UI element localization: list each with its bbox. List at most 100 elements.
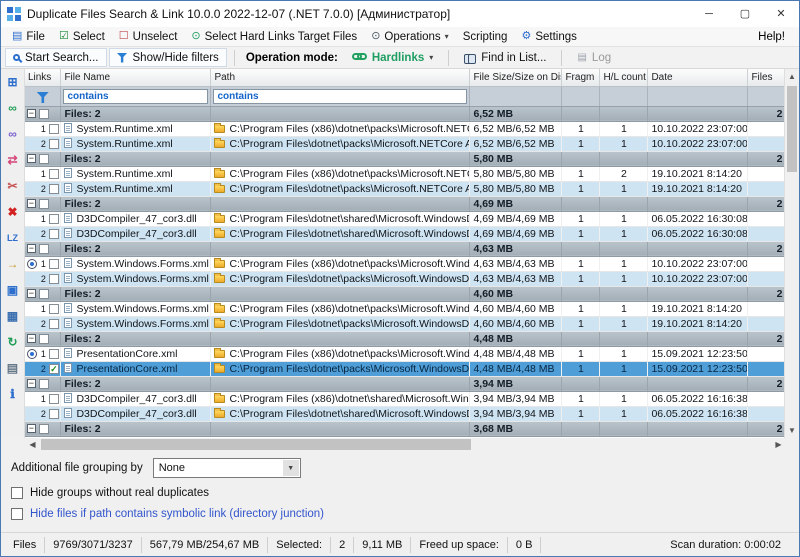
file-select-checkbox[interactable] <box>49 184 59 194</box>
lz-compress-button[interactable]: LZ <box>2 229 22 246</box>
minimize-button[interactable]: ─ <box>691 1 727 27</box>
menu-item-select-hardlinks-targets[interactable]: ⊙Select Hard Links Target Files <box>184 29 364 45</box>
filename-filter-input[interactable]: contains <box>61 86 211 106</box>
grouping-select[interactable]: None ▼ <box>153 458 301 478</box>
close-button[interactable]: ✕ <box>763 1 799 27</box>
find-in-list-button[interactable]: Find in List... <box>456 48 554 67</box>
file-row[interactable]: 2System.Windows.Forms.xmlC:\Program File… <box>25 271 784 286</box>
file-select-checkbox[interactable] <box>49 214 59 224</box>
file-row[interactable]: 1D3DCompiler_47_cor3.dllC:\Program Files… <box>25 211 784 226</box>
file-row[interactable]: 2System.Runtime.xmlC:\Program Files\dotn… <box>25 181 784 196</box>
scroll-left-arrow[interactable]: ◀ <box>25 438 40 451</box>
links-filter-cell[interactable] <box>25 86 61 106</box>
collapse-group-toggle[interactable]: − <box>27 199 36 208</box>
file-select-checkbox[interactable] <box>49 229 59 239</box>
column-header-date[interactable]: Date <box>648 69 748 86</box>
file-select-checkbox[interactable] <box>49 169 59 179</box>
file-row[interactable]: 1System.Runtime.xmlC:\Program Files (x86… <box>25 121 784 136</box>
column-header-links[interactable]: Links <box>25 69 61 86</box>
maximize-button[interactable]: ▢ <box>727 1 763 27</box>
size-filter-cell[interactable] <box>470 86 562 106</box>
collapse-group-toggle[interactable]: − <box>27 244 36 253</box>
group-select-checkbox[interactable] <box>39 199 49 209</box>
info-button[interactable]: ℹ <box>2 385 22 402</box>
collapse-group-toggle[interactable]: − <box>27 379 36 388</box>
file-select-checkbox[interactable] <box>49 274 59 284</box>
columns-select-button[interactable]: ⊞ <box>2 73 22 90</box>
menu-item-select[interactable]: ☑Select <box>52 29 112 45</box>
date-filter-cell[interactable] <box>648 86 748 106</box>
group-header-row[interactable]: −Files: 25,80 MB2 <box>25 151 784 166</box>
collapse-group-toggle[interactable]: − <box>27 109 36 118</box>
grouping-select-arrow-icon[interactable]: ▼ <box>283 460 299 476</box>
vertical-scrollbar[interactable]: ▲ ▼ <box>784 69 799 438</box>
group-select-checkbox[interactable] <box>39 289 49 299</box>
report-button[interactable]: ▤ <box>2 359 22 376</box>
log-button[interactable]: ▤ Log <box>569 48 619 67</box>
column-header-path[interactable]: Path <box>211 69 470 86</box>
file-select-checkbox[interactable] <box>49 304 59 314</box>
menu-item-file[interactable]: ▤File <box>5 29 52 45</box>
menu-help[interactable]: Help! <box>748 31 795 43</box>
cut-button[interactable]: ✂ <box>2 177 22 194</box>
file-row[interactable]: 1D3DCompiler_47_cor3.dllC:\Program Files… <box>25 391 784 406</box>
menu-item-unselect[interactable]: ☐Unselect <box>112 29 185 45</box>
hide-symlink-checkbox[interactable] <box>11 508 23 520</box>
group-select-checkbox[interactable] <box>39 424 49 434</box>
operation-mode-dropdown[interactable]: Hardlinks ▾ <box>344 48 441 67</box>
collapse-group-toggle[interactable]: − <box>27 424 36 433</box>
file-row[interactable]: 1System.Windows.Forms.xmlC:\Program File… <box>25 256 784 271</box>
group-header-row[interactable]: −Files: 23,94 MB2 <box>25 376 784 391</box>
group-select-checkbox[interactable] <box>39 109 49 119</box>
horizontal-scroll-thumb[interactable] <box>41 439 471 450</box>
menu-item-settings[interactable]: ⚙Settings <box>514 29 583 45</box>
file-select-checkbox[interactable] <box>49 319 59 329</box>
file-select-checkbox[interactable] <box>49 124 59 134</box>
file-select-checkbox[interactable] <box>49 349 59 359</box>
file-row[interactable]: 1System.Windows.Forms.xmlC:\Program File… <box>25 301 784 316</box>
group-select-checkbox[interactable] <box>39 154 49 164</box>
file-select-checkbox[interactable] <box>49 409 59 419</box>
hide-groups-checkbox[interactable] <box>11 487 23 499</box>
create-hardlinks-button[interactable]: ∞ <box>2 99 22 116</box>
group-select-checkbox[interactable] <box>39 379 49 389</box>
fragm-filter-cell[interactable] <box>562 86 600 106</box>
hl-count-filter-cell[interactable] <box>600 86 648 106</box>
menu-item-scripting[interactable]: Scripting <box>456 29 515 45</box>
refresh-button[interactable]: ↻ <box>2 333 22 350</box>
group-select-checkbox[interactable] <box>39 244 49 254</box>
collapse-group-toggle[interactable]: − <box>27 334 36 343</box>
file-row[interactable]: 2System.Windows.Forms.xmlC:\Program File… <box>25 316 784 331</box>
group-header-row[interactable]: −Files: 26,52 MB2 <box>25 106 784 121</box>
group-header-row[interactable]: −Files: 24,48 MB2 <box>25 331 784 346</box>
move-files-button[interactable]: → <box>2 255 22 272</box>
file-row[interactable]: 1System.Runtime.xmlC:\Program Files (x86… <box>25 166 784 181</box>
replace-with-links-button[interactable]: ⇄ <box>2 151 22 168</box>
scroll-up-arrow[interactable]: ▲ <box>785 69 799 84</box>
file-row[interactable]: 2System.Runtime.xmlC:\Program Files\dotn… <box>25 136 784 151</box>
show-hide-filters-button[interactable]: Show/Hide filters <box>109 48 227 67</box>
copy-files-button[interactable]: ▣ <box>2 281 22 298</box>
group-header-row[interactable]: −Files: 24,69 MB2 <box>25 196 784 211</box>
collapse-group-toggle[interactable]: − <box>27 289 36 298</box>
file-row[interactable]: 2D3DCompiler_47_cor3.dllC:\Program Files… <box>25 406 784 421</box>
horizontal-scrollbar[interactable]: ◀ ▶ <box>25 438 786 451</box>
file-select-checkbox[interactable]: ✓ <box>49 364 59 374</box>
path-filter-input[interactable]: contains <box>211 86 470 106</box>
group-select-checkbox[interactable] <box>39 334 49 344</box>
scroll-right-arrow[interactable]: ▶ <box>771 438 786 451</box>
file-select-checkbox[interactable] <box>49 394 59 404</box>
file-row[interactable]: 1PresentationCore.xmlC:\Program Files (x… <box>25 346 784 361</box>
files-filter-cell[interactable] <box>748 86 784 106</box>
column-header-file-name[interactable]: File Name <box>61 69 211 86</box>
column-header-files[interactable]: Files <box>748 69 784 86</box>
menu-item-operations[interactable]: ⊙Operations▾ <box>364 29 456 45</box>
file-select-checkbox[interactable] <box>49 139 59 149</box>
scroll-down-arrow[interactable]: ▼ <box>785 423 799 438</box>
column-header-hl-count[interactable]: H/L count <box>600 69 648 86</box>
file-select-checkbox[interactable] <box>49 259 59 269</box>
column-header-size[interactable]: File Size/Size on Disk <box>470 69 562 86</box>
file-row[interactable]: 2D3DCompiler_47_cor3.dllC:\Program Files… <box>25 226 784 241</box>
vertical-scroll-thumb[interactable] <box>787 86 797 172</box>
column-header-fragm[interactable]: Fragm <box>562 69 600 86</box>
